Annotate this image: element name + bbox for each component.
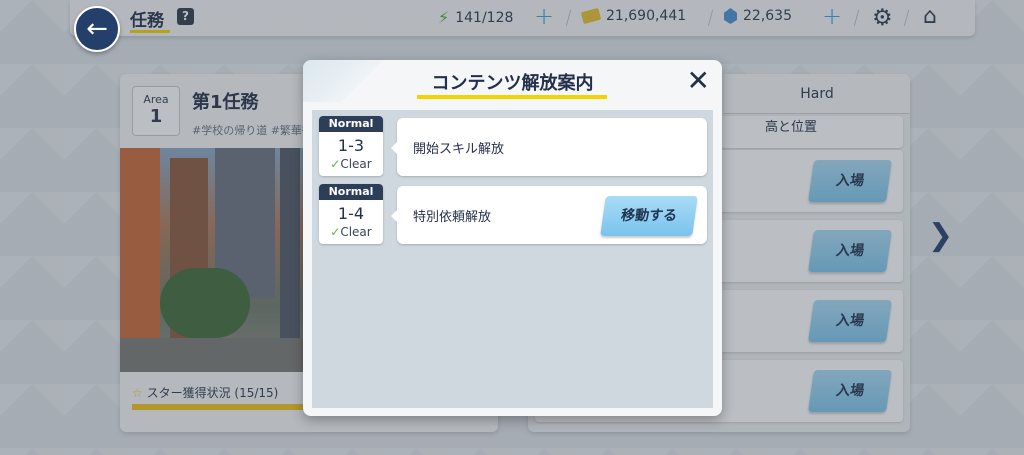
difficulty-label: Normal: [319, 116, 383, 132]
stage-number: 1-3: [337, 136, 365, 155]
check-icon: ✓: [330, 157, 341, 171]
clear-label: Clear: [340, 157, 372, 171]
check-icon: ✓: [330, 225, 341, 239]
title-underline: [417, 95, 607, 99]
stage-tag: Normal 1-3 ✓Clear: [319, 116, 383, 176]
unlock-info: 開始スキル解放: [391, 118, 707, 176]
close-icon[interactable]: ✕: [687, 64, 710, 97]
arrow-left-icon: ←: [86, 14, 108, 44]
unlock-text: 開始スキル解放: [413, 142, 505, 157]
unlock-info: 特別依頼解放 移動する: [391, 186, 707, 244]
modal-title: コンテンツ解放案内: [431, 73, 594, 94]
stage-tag: Normal 1-4 ✓Clear: [319, 184, 383, 244]
unlock-row: Normal 1-3 ✓Clear 開始スキル解放: [319, 112, 709, 176]
content-unlock-modal: コンテンツ解放案内 ✕ Normal 1-3 ✓Clear 開始スキル解放 No…: [303, 60, 722, 416]
go-to-button[interactable]: 移動する: [600, 196, 698, 236]
stage-number: 1-4: [337, 204, 365, 223]
difficulty-label: Normal: [319, 184, 383, 200]
unlock-text: 特別依頼解放: [413, 210, 492, 225]
modal-body: Normal 1-3 ✓Clear 開始スキル解放 Normal 1-4 ✓Cl…: [312, 110, 713, 408]
back-button[interactable]: ←: [74, 6, 120, 52]
clear-label: Clear: [340, 225, 372, 239]
modal-header: コンテンツ解放案内 ✕: [303, 60, 722, 102]
clear-status: ✓Clear: [319, 157, 383, 171]
clear-status: ✓Clear: [319, 225, 383, 239]
unlock-row: Normal 1-4 ✓Clear 特別依頼解放 移動する: [319, 180, 709, 244]
